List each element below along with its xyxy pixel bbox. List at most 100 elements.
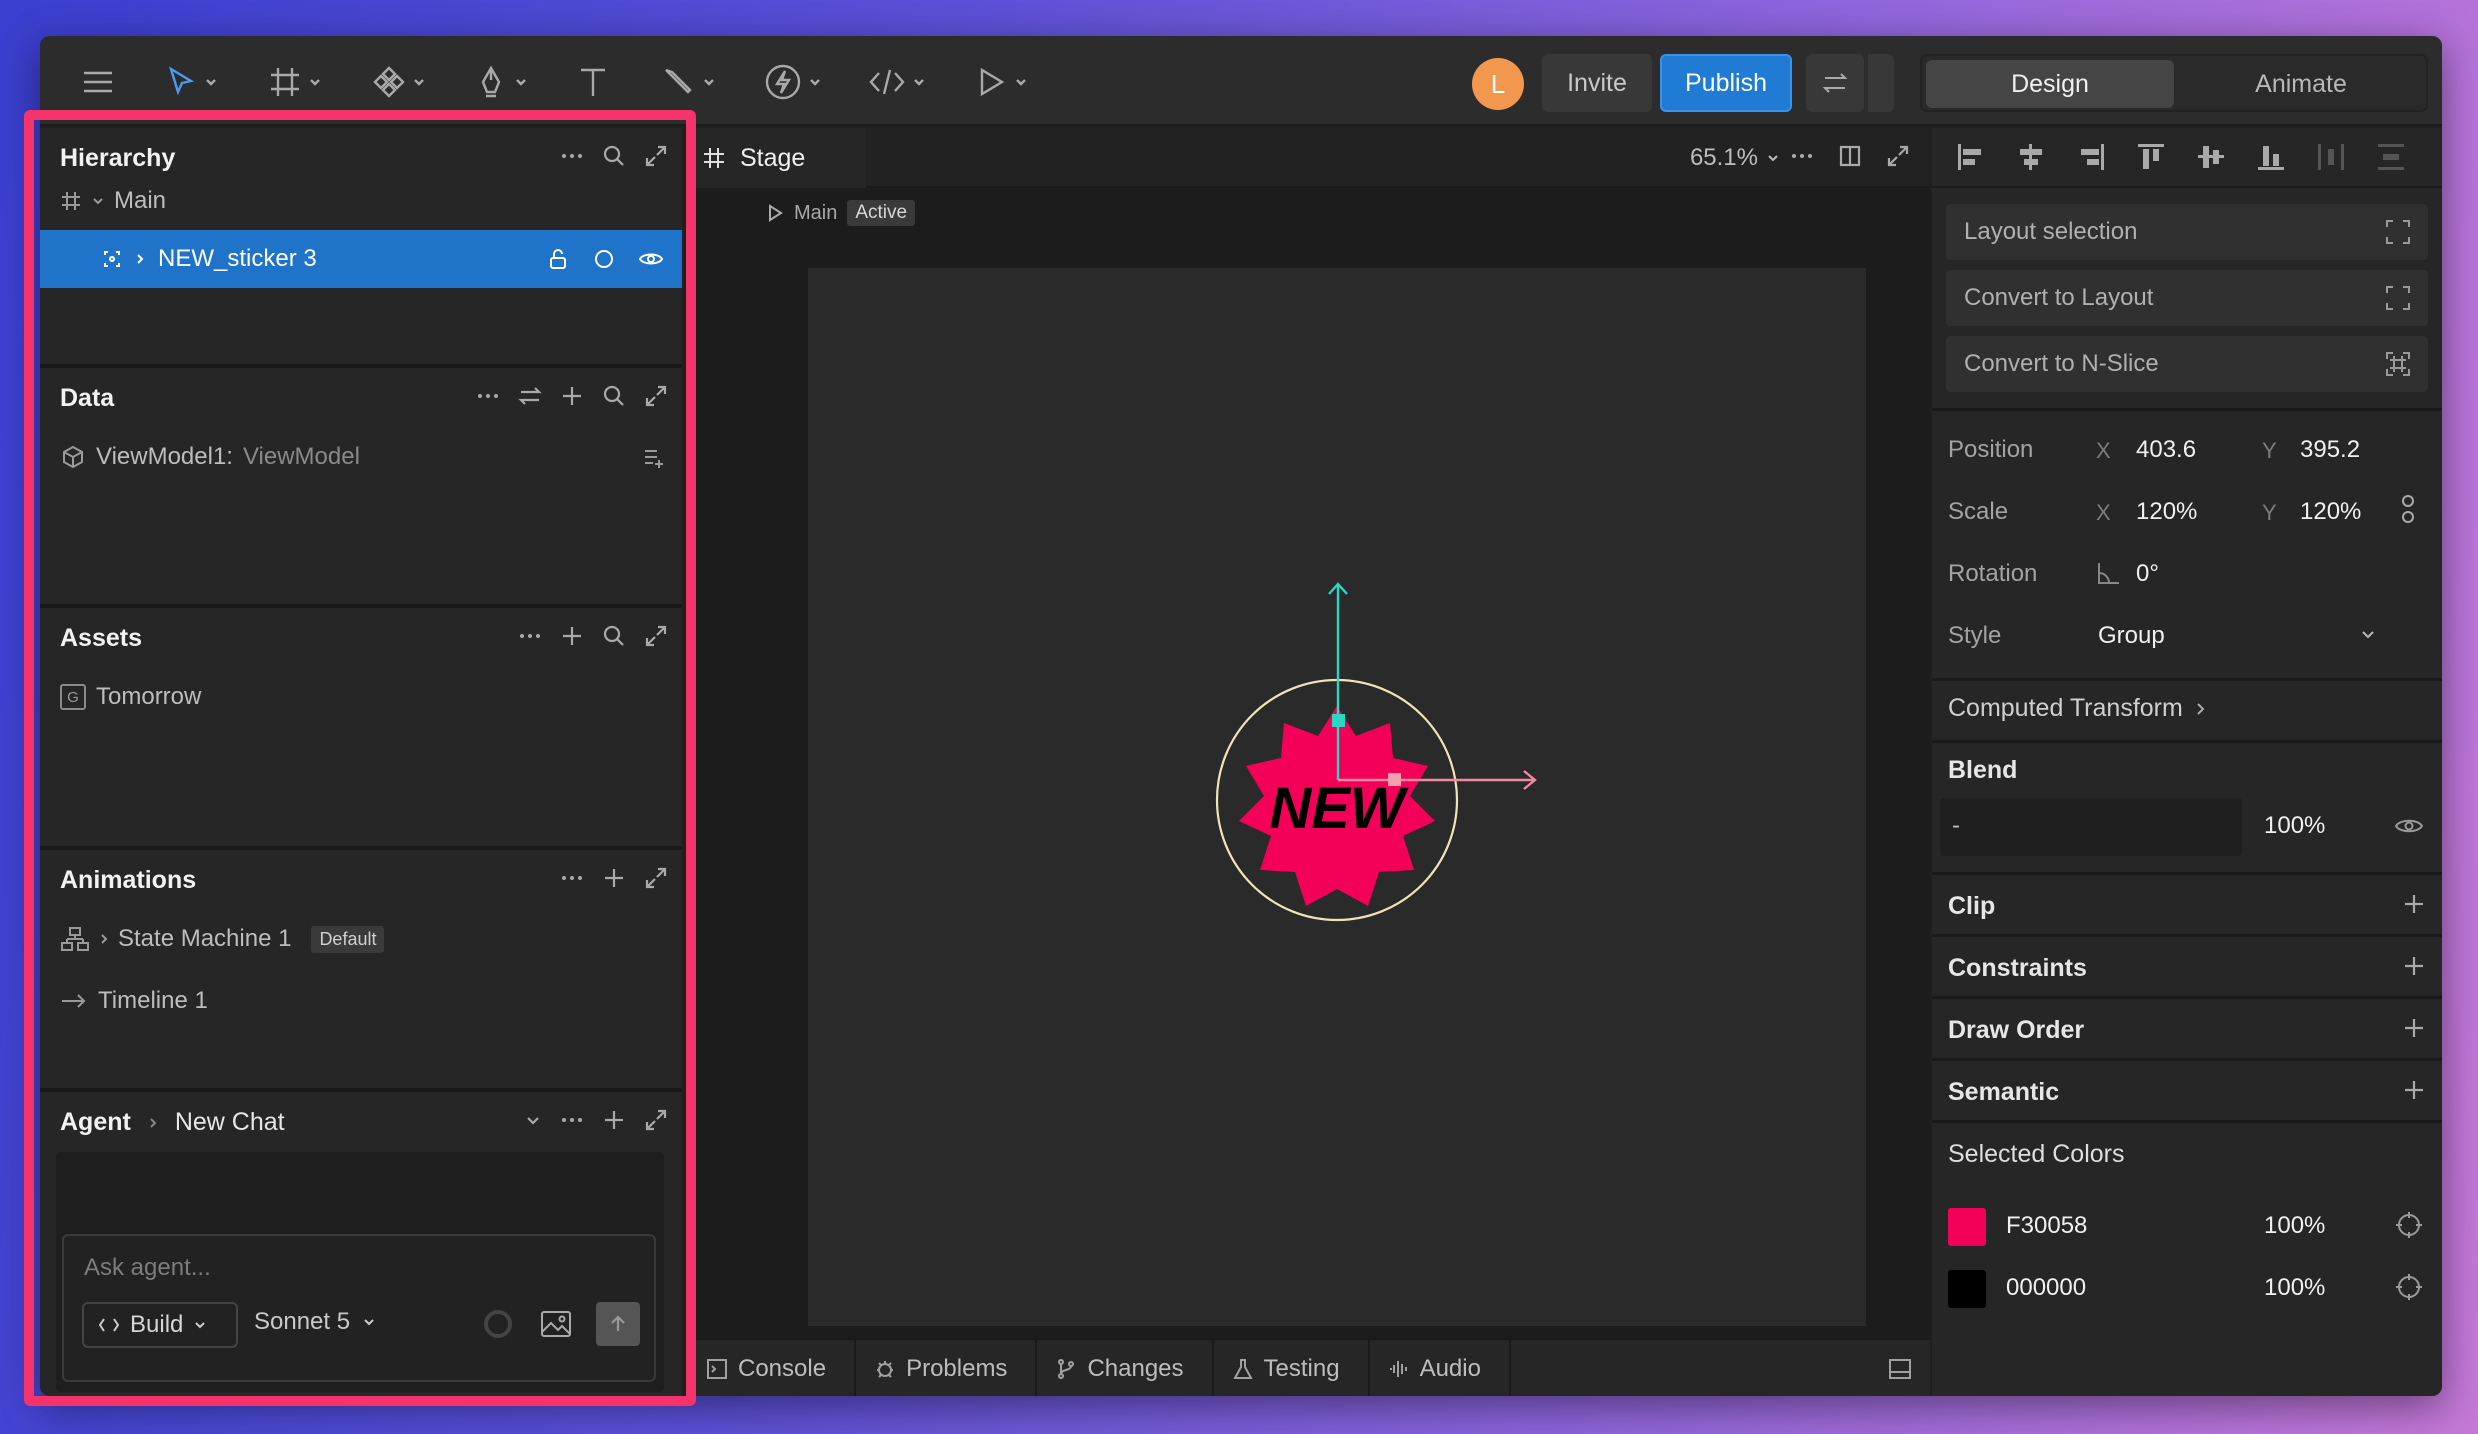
tree-item-new-sticker[interactable]: NEW_sticker 3 (40, 230, 682, 288)
add-icon[interactable] (602, 1108, 626, 1132)
text-tool[interactable] (576, 62, 610, 102)
more-icon[interactable] (1790, 144, 1814, 168)
scale-x-field[interactable]: 120% (2136, 498, 2197, 526)
select-tool[interactable] (164, 62, 218, 102)
expand-icon[interactable] (644, 144, 668, 168)
rotation-field[interactable]: 0° (2136, 560, 2159, 588)
section-title: Data (60, 384, 115, 412)
add-icon[interactable] (560, 384, 584, 408)
event-tool[interactable] (764, 62, 822, 102)
add-semantic-icon[interactable] (2402, 1078, 2426, 1102)
distribute-v-icon[interactable] (2376, 142, 2406, 172)
asset-item-tomorrow[interactable]: G Tomorrow (40, 668, 682, 726)
add-property-icon[interactable] (642, 445, 666, 469)
more-icon[interactable] (476, 384, 500, 408)
publish-button[interactable]: Publish (1660, 54, 1792, 112)
animate-mode-tab[interactable]: Animate (2180, 60, 2422, 108)
more-icon[interactable] (560, 866, 584, 890)
artboard-canvas[interactable]: NEW (808, 268, 1866, 1326)
expand-icon[interactable] (644, 866, 668, 890)
agent-input[interactable]: Ask agent... (84, 1254, 211, 1282)
target-icon[interactable] (2394, 1210, 2424, 1240)
search-icon[interactable] (602, 144, 626, 168)
chat-name[interactable]: New Chat (175, 1108, 285, 1137)
eye-icon[interactable] (2394, 814, 2424, 838)
target-icon[interactable] (2394, 1272, 2424, 1302)
image-icon[interactable] (540, 1310, 572, 1338)
tab-testing[interactable]: Testing (1214, 1340, 1370, 1396)
swap-dropdown[interactable] (1868, 54, 1894, 112)
chevron-down-icon[interactable] (524, 1111, 542, 1129)
artboard-main[interactable]: NEW (808, 268, 1866, 1326)
distribute-h-icon[interactable] (2316, 142, 2346, 172)
add-draw-order-icon[interactable] (2402, 1016, 2426, 1040)
search-icon[interactable] (602, 624, 626, 648)
position-y-field[interactable]: 395.2 (2300, 436, 2360, 464)
toggle-panel-button[interactable] (1870, 1340, 1930, 1396)
align-left-icon[interactable] (1956, 142, 1986, 172)
search-icon[interactable] (602, 384, 626, 408)
lock-icon[interactable] (546, 247, 570, 271)
align-center-h-icon[interactable] (2016, 142, 2046, 172)
position-x-field[interactable]: 403.6 (2136, 436, 2196, 464)
menu-icon[interactable] (80, 62, 116, 102)
avatar[interactable]: L (1472, 58, 1524, 110)
tab-changes[interactable]: Changes (1037, 1340, 1214, 1396)
add-constraint-icon[interactable] (2402, 954, 2426, 978)
convert-to-nslice-button[interactable]: Convert to N-Slice (1946, 336, 2428, 392)
align-top-icon[interactable] (2136, 142, 2166, 172)
viewmodel-row[interactable]: ViewModel1: ViewModel (40, 428, 682, 486)
design-mode-tab[interactable]: Design (1926, 60, 2174, 108)
align-right-icon[interactable] (2076, 142, 2106, 172)
expand-icon[interactable] (1886, 144, 1910, 168)
more-icon[interactable] (560, 144, 584, 168)
add-icon[interactable] (560, 624, 584, 648)
blend-mode-select[interactable]: - (1940, 798, 2242, 856)
style-select[interactable]: Group (2098, 622, 2165, 650)
pen-tool[interactable] (474, 62, 528, 102)
expand-icon[interactable] (644, 624, 668, 648)
solo-icon[interactable] (592, 247, 616, 271)
swap-icon (1822, 73, 1848, 93)
code-tool[interactable] (868, 62, 926, 102)
agent-input-box[interactable]: Ask agent... Build Sonnet 5 (62, 1234, 656, 1382)
align-center-v-icon[interactable] (2196, 142, 2226, 172)
frame-tool[interactable] (268, 62, 322, 102)
more-icon[interactable] (560, 1108, 584, 1132)
swap-icon[interactable] (518, 384, 542, 408)
tab-problems[interactable]: Problems (856, 1340, 1038, 1396)
color-swatch[interactable] (1948, 1270, 1986, 1308)
add-clip-icon[interactable] (2402, 892, 2426, 916)
send-button[interactable] (596, 1302, 640, 1346)
expand-icon[interactable] (644, 384, 668, 408)
split-view-icon[interactable] (1838, 144, 1862, 168)
computed-transform-toggle[interactable]: Computed Transform (1948, 694, 2207, 723)
tree-item-main[interactable]: Main (40, 172, 682, 230)
state-machine-row[interactable]: State Machine 1 Default (40, 910, 682, 968)
artboard-label[interactable]: Main Active (766, 200, 916, 226)
more-icon[interactable] (518, 624, 542, 648)
tab-console[interactable]: Console (688, 1340, 857, 1396)
tab-audio[interactable]: Audio (1370, 1340, 1511, 1396)
model-selector[interactable]: Sonnet 5 (254, 1308, 376, 1336)
blend-opacity-field[interactable]: 100% (2264, 812, 2325, 840)
align-bottom-icon[interactable] (2256, 142, 2286, 172)
convert-to-layout-button[interactable]: Convert to Layout (1946, 270, 2428, 326)
play-tool[interactable] (974, 62, 1028, 102)
scale-y-field[interactable]: 120% (2300, 498, 2361, 526)
zoom-control[interactable]: 65.1% (1690, 144, 1780, 172)
layout-selection-button[interactable]: Layout selection (1946, 204, 2428, 260)
color-swatch[interactable] (1948, 1208, 1986, 1246)
chevron-down-icon[interactable] (2360, 626, 2376, 642)
timeline-row[interactable]: Timeline 1 (40, 972, 682, 1030)
expand-icon[interactable] (644, 1108, 668, 1132)
tab-stage[interactable]: Stage (688, 128, 866, 188)
bone-tool[interactable] (660, 62, 716, 102)
add-icon[interactable] (602, 866, 626, 890)
build-mode-button[interactable]: Build (82, 1302, 238, 1348)
invite-button[interactable]: Invite (1542, 54, 1652, 112)
swap-button[interactable] (1806, 54, 1864, 112)
link-icon[interactable] (2400, 494, 2416, 524)
component-tool[interactable] (372, 62, 426, 102)
eye-icon[interactable] (638, 247, 664, 271)
